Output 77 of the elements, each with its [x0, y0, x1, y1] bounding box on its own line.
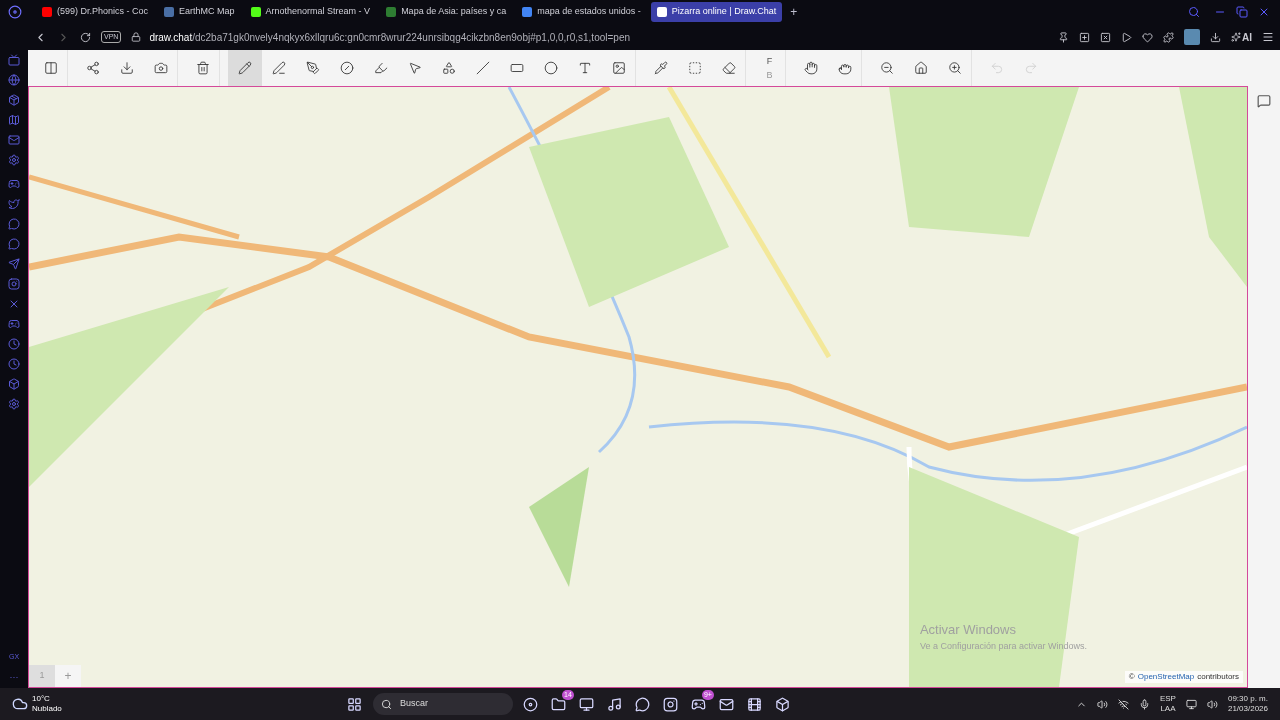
openstreetmap-link[interactable]: OpenStreetMap — [1137, 671, 1195, 683]
sidebar-app-icon[interactable] — [8, 74, 20, 86]
sidebar-app-icon[interactable] — [8, 398, 20, 410]
weather-text: Nublado — [32, 704, 62, 714]
close-icon[interactable] — [1258, 6, 1270, 18]
search-placeholder: Buscar — [399, 697, 428, 711]
ai-button[interactable]: AI — [1242, 29, 1252, 45]
new-tab-button[interactable]: + — [786, 3, 802, 21]
snapshot-icon[interactable] — [1079, 31, 1090, 43]
extensions-icon[interactable] — [1163, 31, 1174, 43]
sidebar-app-icon[interactable] — [8, 198, 20, 210]
sidebar-app-icon[interactable] — [8, 298, 20, 310]
block-icon[interactable] — [1100, 31, 1111, 43]
camera-app-icon[interactable] — [663, 696, 679, 712]
network-icon[interactable] — [1185, 698, 1197, 710]
weather-icon[interactable] — [12, 696, 28, 712]
play-icon[interactable] — [1121, 31, 1132, 43]
sidebar-app-icon[interactable] — [8, 278, 20, 290]
block-icon[interactable] — [775, 696, 791, 712]
sparkle-icon[interactable] — [1231, 32, 1241, 42]
browser-tab[interactable]: Pizarra online | Draw.Chat — [650, 2, 783, 22]
browser-tab[interactable]: EarthMC Map — [158, 2, 241, 22]
game-icon[interactable] — [691, 696, 707, 712]
browser-tab[interactable]: Mapa de Asia: países y ca — [380, 2, 513, 22]
attribution-text: contributors — [1197, 671, 1239, 683]
tab-title: Pizarra online | Draw.Chat — [671, 5, 777, 19]
sidebar-app-icon[interactable] — [8, 114, 20, 126]
sidebar-app-icon[interactable] — [8, 358, 20, 370]
pin-icon[interactable] — [1058, 31, 1069, 43]
more-icon[interactable]: ··· — [9, 670, 19, 684]
speaker-icon[interactable] — [1096, 698, 1108, 710]
language-indicator[interactable]: ESP LAA — [1159, 694, 1176, 714]
sidebar-app-icon[interactable] — [8, 318, 20, 330]
browser-tab[interactable]: (599) Dr.Phonics - Coc — [36, 2, 155, 22]
browser-logo-icon[interactable] — [8, 5, 22, 19]
search-icon — [380, 698, 392, 710]
url-text[interactable]: draw.chat/dc2ba71gk0nvely4nqkyx6xllqru6c:gn0cmr8wrur224unrsibqg4cikzbn8en9obj#p1,0,0,r0,s1,tool=pen — [149, 29, 630, 45]
browser-tab[interactable]: mapa de estados unidos - — [516, 2, 647, 22]
foreground-toggle[interactable]: F — [764, 54, 775, 68]
temperature-text: 10°C — [32, 694, 51, 704]
reload-icon[interactable] — [80, 31, 91, 43]
tab-title: (599) Dr.Phonics - Coc — [57, 5, 149, 19]
restore-icon[interactable] — [1236, 6, 1248, 18]
sidebar-app-icon[interactable] — [8, 378, 20, 390]
volume-icon[interactable] — [1206, 698, 1218, 710]
clock[interactable]: 09:30 p. m. 21/03/2026 — [1227, 694, 1268, 714]
taskbar-search-field[interactable]: Buscar — [372, 693, 513, 715]
lock-icon — [131, 32, 142, 42]
sidebar-app-icon[interactable] — [8, 338, 20, 350]
sidebar-app-icon[interactable] — [8, 258, 20, 270]
tab-title: EarthMC Map — [179, 5, 235, 19]
copyright-sign: © — [1128, 671, 1135, 683]
sidebar-app-icon[interactable] — [8, 154, 20, 166]
tool-button[interactable] — [228, 50, 262, 86]
browser-tab[interactable]: Arnothenormal Stream - V — [244, 2, 377, 22]
start-icon[interactable] — [347, 696, 363, 712]
activation-message: Ve a Configuración para activar Windows. — [919, 639, 1087, 653]
sidebar-app-icon[interactable] — [8, 238, 20, 250]
download-icon[interactable] — [1210, 31, 1221, 43]
sidebar-app-icon[interactable] — [8, 218, 20, 230]
tab-title: Mapa de Asia: países y ca — [401, 5, 507, 19]
heart-icon[interactable] — [1142, 31, 1153, 43]
music-icon[interactable] — [607, 696, 623, 712]
sidebar-app-icon[interactable] — [8, 134, 20, 146]
microphone-icon[interactable] — [1138, 698, 1150, 710]
sidebar-app-icon[interactable] — [8, 54, 20, 66]
folder-icon[interactable] — [551, 696, 567, 712]
film-icon[interactable] — [747, 696, 763, 712]
tab-title: Arnothenormal Stream - V — [265, 5, 371, 19]
activation-title: Activar Windows — [919, 621, 1017, 639]
sidebar-app-icon[interactable] — [8, 178, 20, 190]
search-icon[interactable] — [1188, 6, 1200, 18]
mail-icon[interactable] — [719, 696, 735, 712]
tab-title: mapa de estados unidos - — [537, 5, 641, 19]
menu-icon[interactable] — [1262, 31, 1274, 43]
sidebar-app-icon[interactable] — [8, 94, 20, 106]
monitor-icon[interactable] — [579, 696, 595, 712]
